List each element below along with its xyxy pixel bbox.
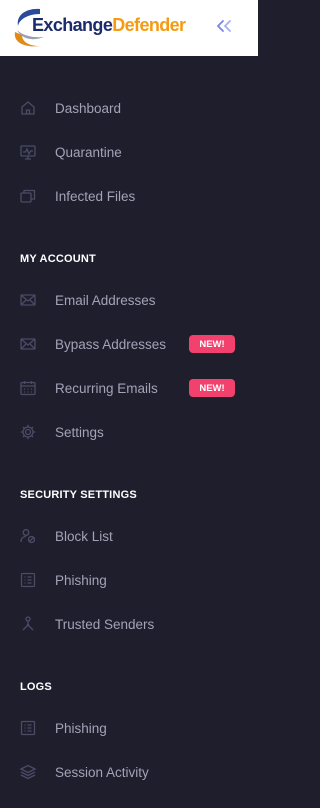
sidebar-item-label: Phishing xyxy=(55,572,107,588)
exchangedefender-logo[interactable]: ExchangeDefender xyxy=(10,6,205,50)
section-title-security-settings: SECURITY SETTINGS xyxy=(20,489,137,501)
sidebar-item-block-list[interactable]: Block List xyxy=(0,516,258,556)
sidebar-item-settings[interactable]: Settings xyxy=(0,412,258,452)
sidebar-item-label: Settings xyxy=(55,424,104,440)
sidebar-item-label: Session Activity xyxy=(55,764,149,780)
calendar-icon xyxy=(19,379,37,397)
hierarchy-icon xyxy=(19,615,37,633)
sidebar-item-session-activity[interactable]: Session Activity xyxy=(0,752,258,792)
sidebar-item-label: Trusted Senders xyxy=(55,616,155,632)
section-title-my-account: MY ACCOUNT xyxy=(20,253,96,265)
sidebar-item-label: Quarantine xyxy=(55,144,122,160)
new-badge: NEW! xyxy=(189,379,235,397)
gear-icon xyxy=(19,423,37,441)
copy-icon xyxy=(19,187,37,205)
sidebar-item-infected-files[interactable]: Infected Files xyxy=(0,176,258,216)
sidebar-item-label: Phishing xyxy=(55,720,107,736)
sidebar-item-email-addresses[interactable]: Email Addresses xyxy=(0,280,258,320)
new-badge: NEW! xyxy=(189,335,235,353)
sidebar-item-quarantine[interactable]: Quarantine xyxy=(0,132,258,172)
header: ExchangeDefender xyxy=(0,0,258,56)
envelope-icon xyxy=(19,335,37,353)
sidebar-item-label: Block List xyxy=(55,528,113,544)
sidebar-item-label: Infected Files xyxy=(55,188,136,204)
sidebar-item-label: Recurring Emails xyxy=(55,380,158,396)
section-title-logs: LOGS xyxy=(20,681,52,693)
sidebar-item-label: Email Addresses xyxy=(55,292,156,308)
sidebar-item-bypass-addresses[interactable]: Bypass Addresses NEW! xyxy=(0,324,258,364)
sidebar-item-label: Bypass Addresses xyxy=(55,336,167,352)
monitor-icon xyxy=(19,143,37,161)
home-icon xyxy=(19,99,37,117)
sidebar-item-phishing[interactable]: Phishing xyxy=(0,560,258,600)
list-icon xyxy=(19,719,37,737)
list-icon xyxy=(19,571,37,589)
logo-text: ExchangeDefender xyxy=(32,15,186,35)
sidebar: Dashboard Quarantine Infected Files MY A… xyxy=(0,56,258,808)
envelope-icon xyxy=(19,291,37,309)
double-chevron-left-icon xyxy=(216,20,231,32)
sidebar-item-recurring-emails[interactable]: Recurring Emails NEW! xyxy=(0,368,258,408)
sidebar-item-label: Dashboard xyxy=(55,100,122,116)
layers-icon xyxy=(19,763,37,781)
sidebar-item-trusted-senders[interactable]: Trusted Senders xyxy=(0,604,258,644)
user-block-icon xyxy=(19,527,37,545)
sidebar-item-logs-phishing[interactable]: Phishing xyxy=(0,708,258,748)
collapse-sidebar-button[interactable] xyxy=(210,14,238,38)
sidebar-item-dashboard[interactable]: Dashboard xyxy=(0,88,258,128)
